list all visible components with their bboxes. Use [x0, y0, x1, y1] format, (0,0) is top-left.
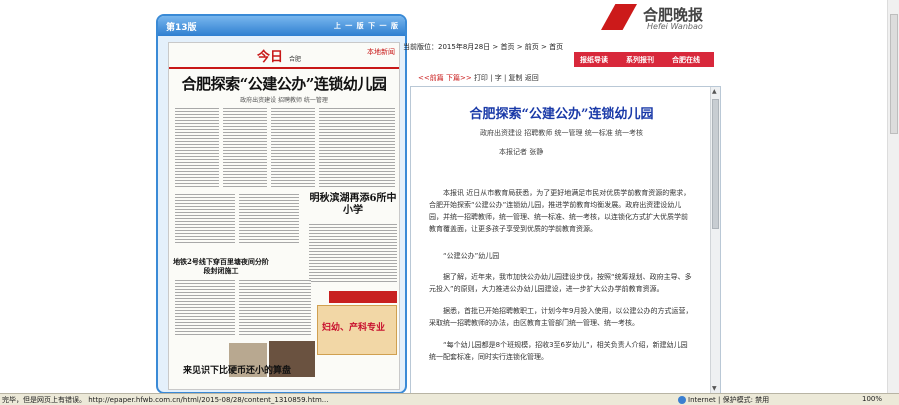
article-byline: 本报记者 张静: [499, 148, 544, 156]
logo-english-text: Hefei Wanbao: [647, 22, 703, 31]
article-tools: <<前篇 下篇>> 打印 | 字 | 复制 返回: [418, 73, 539, 83]
article-title: 合肥探索“公建公办”连锁幼儿园: [469, 107, 654, 122]
page-nav-links[interactable]: 上 一 版 下 一 版: [334, 21, 399, 31]
thumb-ad-text: 妇幼、产科专业: [322, 323, 386, 333]
article-scroll-thumb[interactable]: [712, 99, 719, 229]
thumb-text-column[interactable]: [271, 107, 315, 187]
status-message: 完毕，但是网页上有错误。 http://epaper.hfwb.com.cn/h…: [2, 396, 329, 404]
newspaper-page-thumbnail[interactable]: 今日 合肥 本地新闻 合肥探索“公建公办”连锁幼儿园 政府出资建设 招聘教师 统…: [168, 42, 400, 390]
browser-viewport: 第13版 上 一 版 下 一 版 今日 合肥 本地新闻 合肥探索“公建公办”连锁…: [0, 0, 899, 405]
browser-status-bar: 完毕，但是网页上有错误。 http://epaper.hfwb.com.cn/h…: [0, 393, 899, 405]
nav-button-bar: 报纸导读 系列报刊 合肥在线: [574, 52, 714, 67]
page-scroll-thumb[interactable]: [890, 14, 898, 134]
thumb-logo: 今日: [257, 50, 284, 65]
panel-header: 第13版 上 一 版 下 一 版: [158, 16, 405, 36]
article-paragraph: 本报讯 近日从市教育局获悉，为了更好地满足市民对优质学前教育资源的需求，合肥开始…: [429, 189, 691, 233]
thumb-text-column[interactable]: [175, 193, 235, 243]
site-logo[interactable]: 合肥晚报 Hefei Wanbao: [601, 4, 721, 31]
article-paragraph: “每个幼儿园都是8个班规模，招收3至6岁幼儿”，相关负责人介绍，新建幼儿园统一配…: [429, 341, 688, 361]
thumb-text-column[interactable]: [175, 107, 219, 187]
thumb-ad-banner[interactable]: [329, 291, 397, 303]
security-zone-text: Internet | 保护模式: 禁用: [688, 396, 770, 404]
article-scrollbar[interactable]: ▲ ▼: [710, 87, 720, 393]
article-paragraph: 据悉，首批已开始招聘教职工，计划今年9月投入使用，以公建公办的方式运营，采取统一…: [429, 307, 693, 327]
thumb-text-column[interactable]: [175, 279, 235, 337]
breadcrumb[interactable]: 当前版位：2015年8月28日 > 首页 > 前页 > 首页: [403, 42, 563, 52]
article-section-head: “公建公办”幼儿园: [443, 252, 500, 260]
thumb-side-headline[interactable]: 明秋滨湖再添6所中小学: [309, 193, 397, 217]
page-scrollbar[interactable]: [887, 0, 899, 393]
nav-button-series[interactable]: 系列报刊: [626, 55, 654, 65]
article-frame: 合肥探索“公建公办”连锁幼儿园 政府出资建设 招聘教师 统一管理 统一标准 统一…: [410, 86, 721, 394]
next-article-link[interactable]: 下篇>>: [446, 74, 472, 82]
thumb-subhead: 政府出资建设 招聘教师 统一管理: [240, 97, 328, 104]
thumb-left-headline[interactable]: 地铁2号线下穿百里塘夜间分阶段封闭施工: [173, 257, 269, 275]
security-zone[interactable]: Internet | 保护模式: 禁用: [678, 395, 769, 405]
nav-button-guide[interactable]: 报纸导读: [580, 55, 608, 65]
scroll-up-arrow-icon[interactable]: ▲: [712, 88, 717, 95]
article-subtitle: 政府出资建设 招聘教师 统一管理 统一标准 统一考核: [480, 129, 643, 137]
thumb-text-column[interactable]: [319, 107, 395, 187]
nav-button-online[interactable]: 合肥在线: [672, 55, 700, 65]
thumb-text-column[interactable]: [239, 193, 299, 243]
thumb-text-column[interactable]: [309, 223, 397, 283]
globe-icon: [678, 396, 686, 404]
thumb-ad-block[interactable]: 妇幼、产科专业: [317, 305, 397, 355]
article-paragraph: 据了解，近年来，我市加快公办幼儿园建设步伐，按照“统筹规划、政府主导、多元投入”…: [429, 273, 692, 293]
thumb-masthead: 今日 合肥 本地新闻: [169, 43, 399, 69]
thumb-page-label: 合肥: [289, 56, 302, 63]
edition-label: 第13版: [166, 23, 197, 33]
newspaper-page-panel: 第13版 上 一 版 下 一 版 今日 合肥 本地新闻 合肥探索“公建公办”连锁…: [156, 14, 407, 394]
thumb-bottom-headline[interactable]: 来见识下比硬币还小的算盘: [183, 363, 291, 376]
thumb-text-column[interactable]: [223, 107, 267, 187]
thumb-text-column[interactable]: [239, 279, 311, 337]
prev-article-link[interactable]: <<前篇: [418, 74, 444, 82]
logo-mark-icon: [601, 4, 637, 30]
thumb-page-name: 本地新闻: [367, 48, 395, 56]
zoom-level[interactable]: 100%: [862, 395, 882, 403]
article-actions[interactable]: 打印 | 字 | 复制 返回: [474, 74, 539, 82]
thumb-headline[interactable]: 合肥探索“公建公办”连锁幼儿园: [169, 73, 399, 94]
article-body: 合肥探索“公建公办”连锁幼儿园 政府出资建设 招聘教师 统一管理 统一标准 统一…: [411, 87, 712, 393]
scroll-down-arrow-icon[interactable]: ▼: [712, 385, 717, 392]
